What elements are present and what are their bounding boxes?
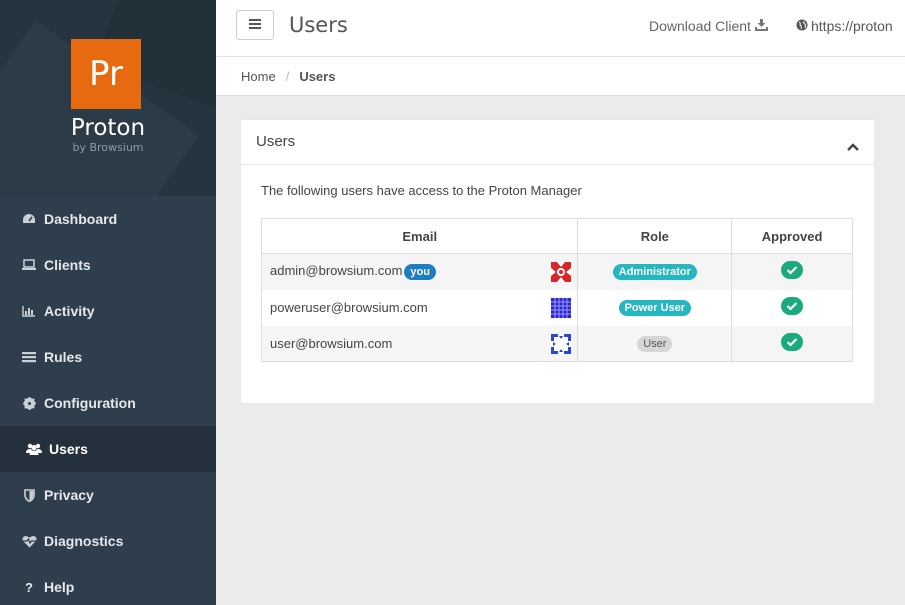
gear-icon — [21, 396, 37, 410]
brand-area: Pr Proton by Browsium — [0, 0, 216, 196]
dashboard-icon — [21, 212, 37, 226]
email-cell: poweruser@browsium.com — [260, 289, 579, 326]
sidebar-item-label: Users — [49, 441, 88, 457]
role-cell: User — [577, 325, 733, 362]
breadcrumb: Home / Users — [216, 57, 905, 96]
you-badge: you — [404, 264, 436, 281]
column-header-role[interactable]: Role — [577, 218, 733, 254]
question-icon: ? — [25, 579, 33, 595]
check-circle-icon — [781, 261, 804, 282]
email-cell: user@browsium.com — [260, 325, 579, 362]
breadcrumb-current: Users — [299, 68, 336, 84]
role-badge: Power User — [618, 300, 692, 316]
sidebar-item-label: Clients — [44, 257, 91, 273]
breadcrumb-home[interactable]: Home — [241, 69, 276, 84]
users-table: Email Role Approved admin@browsium.com yo… — [260, 218, 853, 362]
approved-cell — [731, 325, 853, 362]
avatar — [551, 297, 571, 321]
sidebar-item-activity[interactable]: Activity — [0, 288, 216, 334]
chevron-up-icon — [847, 138, 859, 155]
sidebar-item-label: Rules — [44, 349, 83, 365]
list-icon — [21, 350, 37, 364]
globe-icon — [796, 18, 811, 34]
laptop-icon — [21, 258, 37, 272]
bar-chart-icon — [21, 304, 37, 318]
column-header-approved[interactable]: Approved — [731, 218, 853, 254]
sidebar-item-label: Privacy — [44, 487, 94, 503]
menu-toggle-button[interactable] — [236, 10, 274, 40]
sidebar-item-label: Diagnostics — [44, 533, 124, 549]
check-circle-icon — [781, 297, 804, 318]
sidebar-item-label: Activity — [44, 303, 95, 319]
sidebar-item-diagnostics[interactable]: Diagnostics — [0, 518, 216, 564]
shield-icon — [21, 488, 37, 502]
users-icon — [26, 442, 42, 456]
approved-cell — [731, 253, 853, 290]
user-email: admin@browsium.com — [270, 263, 403, 279]
avatar — [551, 262, 571, 285]
server-url-text: https://proton — [811, 18, 893, 34]
sidebar-item-label: Dashboard — [44, 211, 118, 227]
download-client-link[interactable]: Download Client — [649, 18, 768, 34]
proton-logo[interactable]: Pr — [71, 39, 141, 109]
sidebar-item-label: Configuration — [44, 395, 136, 411]
sidebar-item-label: Help — [44, 579, 75, 595]
table-row: poweruser@browsium.com Power User — [260, 289, 853, 326]
email-cell: admin@browsium.com you — [260, 253, 579, 290]
panel-header[interactable]: Users — [241, 120, 874, 165]
heartbeat-icon — [21, 534, 37, 548]
user-email: poweruser@browsium.com — [270, 300, 428, 315]
collapse-button[interactable] — [847, 138, 859, 156]
sidebar-item-dashboard[interactable]: Dashboard — [0, 196, 216, 242]
page-title: Users — [289, 13, 348, 37]
role-badge: User — [637, 335, 673, 352]
users-panel: Users The following users have access to… — [241, 117, 874, 403]
approved-cell — [731, 289, 853, 326]
role-badge: Administrator — [612, 264, 697, 281]
table-row: user@browsium.com User — [260, 325, 853, 362]
sidebar-item-help[interactable]: ? Help — [0, 564, 216, 605]
download-client-label: Download Client — [649, 18, 751, 34]
column-header-email[interactable]: Email — [260, 218, 579, 254]
user-email: user@browsium.com — [270, 335, 393, 351]
table-row: admin@browsium.com you Administrator — [260, 253, 853, 290]
sidebar-item-clients[interactable]: Clients — [0, 242, 216, 288]
hamburger-icon — [249, 16, 261, 34]
sidebar-item-configuration[interactable]: Configuration — [0, 380, 216, 426]
sidebar-item-privacy[interactable]: Privacy — [0, 472, 216, 518]
brand-subtitle: by Browsium — [72, 141, 144, 154]
role-cell: Power User — [577, 289, 733, 326]
server-url-link[interactable]: https://proton — [796, 18, 893, 34]
sidebar-item-users[interactable]: Users — [0, 426, 216, 472]
check-circle-icon — [781, 332, 804, 354]
brand-name: Proton — [70, 115, 146, 141]
top-bar: Users Download Client https://proton — [216, 0, 905, 57]
download-icon — [751, 18, 768, 34]
avatar — [551, 333, 571, 357]
sidebar: Pr Proton by Browsium Dashboard Clients … — [0, 0, 216, 605]
panel-description: The following users have access to the P… — [261, 183, 582, 198]
breadcrumb-separator: / — [285, 68, 290, 84]
role-cell: Administrator — [577, 253, 733, 290]
panel-title: Users — [256, 133, 296, 150]
sidebar-item-rules[interactable]: Rules — [0, 334, 216, 380]
